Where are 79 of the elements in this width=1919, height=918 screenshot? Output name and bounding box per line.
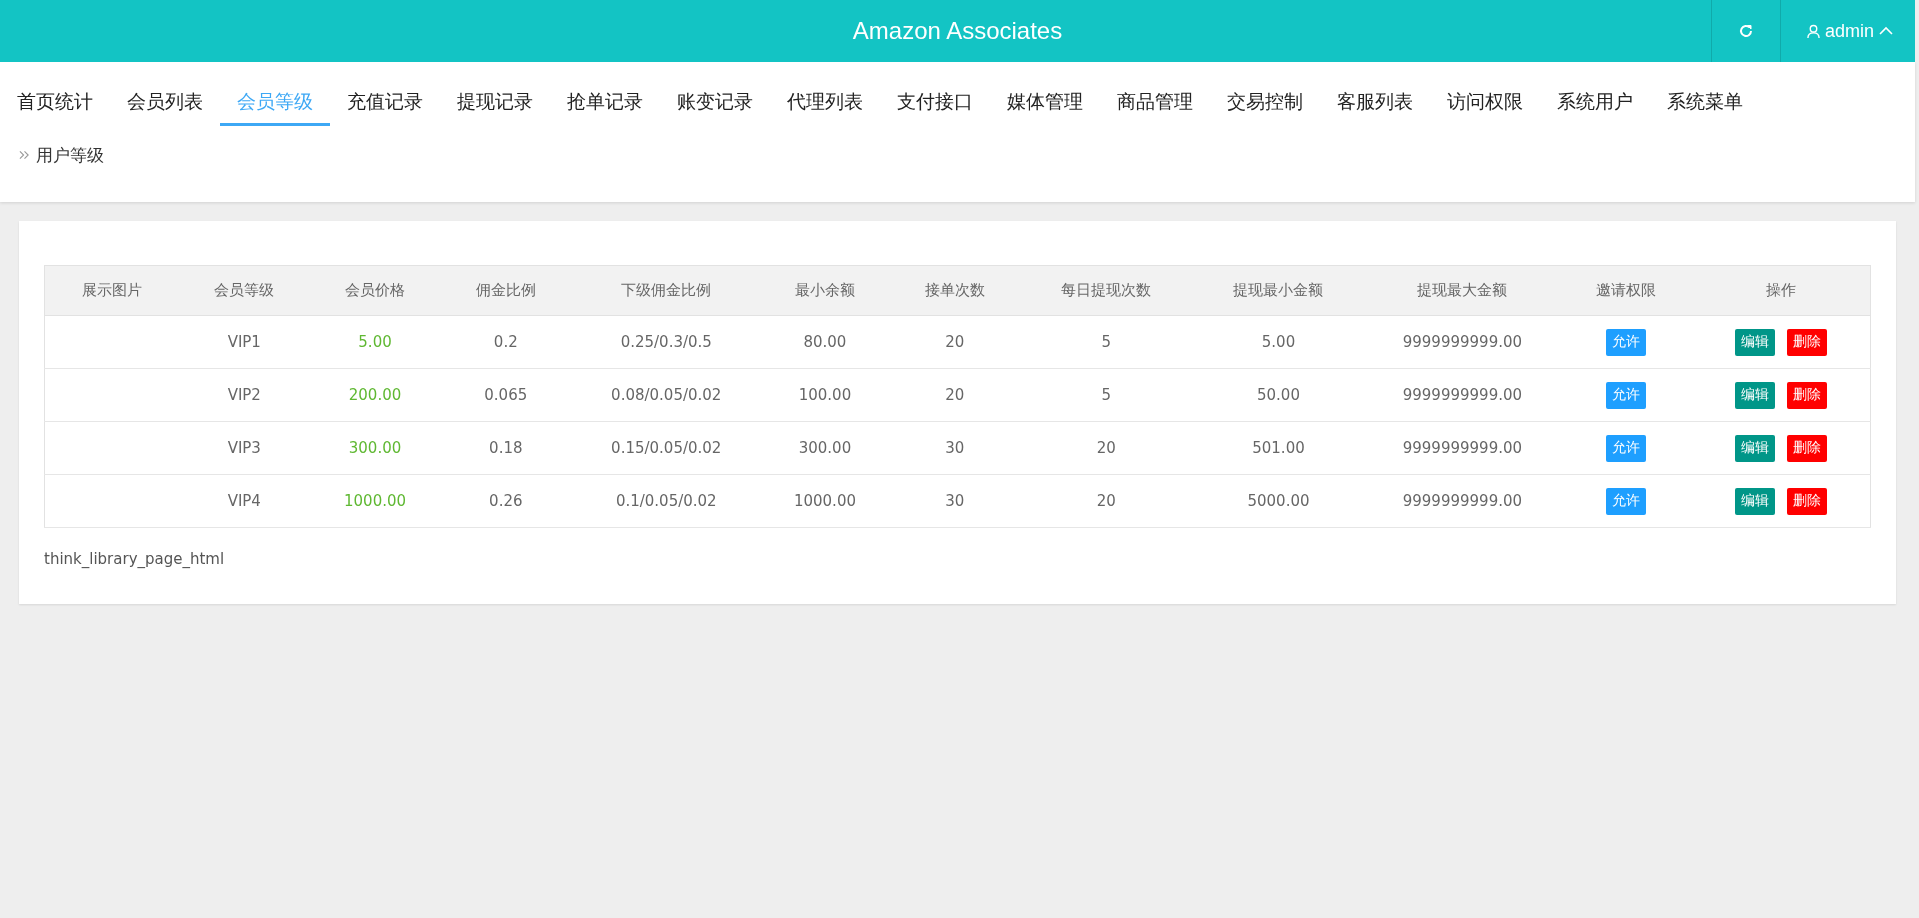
nav-tab[interactable]: 客服列表 <box>1320 79 1430 126</box>
refresh-icon <box>1737 23 1754 39</box>
edit-button[interactable]: 编辑 <box>1734 328 1775 356</box>
table-cell: 20 <box>889 315 1021 369</box>
table-cell: 5.00 <box>1191 315 1366 369</box>
delete-button[interactable]: 删除 <box>1786 487 1827 515</box>
table-cell: 0.2 <box>439 315 572 369</box>
column-header: 每日提现次数 <box>1020 265 1192 316</box>
column-header: 操作 <box>1691 265 1871 316</box>
table-cell: 0.26 <box>439 474 572 528</box>
nav-tab[interactable]: 系统用户 <box>1540 79 1650 126</box>
table-cell: 100.00 <box>760 368 889 422</box>
table-cell: 5000.00 <box>1191 474 1366 528</box>
table-cell: 0.15/0.05/0.02 <box>571 421 761 475</box>
table-cell: 30 <box>889 474 1021 528</box>
table-cell: 0.065 <box>439 368 572 422</box>
nav-tab[interactable]: 代理列表 <box>770 79 880 126</box>
table-cell: VIP3 <box>178 421 311 475</box>
column-header: 展示图片 <box>44 265 179 316</box>
user-icon <box>1806 23 1820 39</box>
delete-button[interactable]: 删除 <box>1786 328 1827 356</box>
chevron-up-icon <box>1879 26 1893 36</box>
table-cell: VIP2 <box>178 368 311 422</box>
nav-tab[interactable]: 支付接口 <box>880 79 990 126</box>
table-cell: 9999999999.00 <box>1365 368 1560 422</box>
nav-tab[interactable]: 充值记录 <box>330 79 440 126</box>
table-cell: 5 <box>1020 368 1192 422</box>
table-cell: 20 <box>1020 474 1192 528</box>
column-header: 下级佣金比例 <box>571 265 761 316</box>
table-cell: 80.00 <box>760 315 889 369</box>
table-cell: 300.00 <box>760 421 889 475</box>
nav-tab[interactable]: 会员列表 <box>110 79 220 126</box>
column-header: 邀请权限 <box>1559 265 1692 316</box>
table-cell: 0.08/0.05/0.02 <box>571 368 761 422</box>
nav-tab[interactable]: 系统菜单 <box>1650 79 1760 126</box>
column-header: 会员等级 <box>178 265 311 316</box>
table-cell: 0.25/0.3/0.5 <box>571 315 761 369</box>
price-cell: 5.00 <box>310 315 440 369</box>
table-cell: 1000.00 <box>760 474 889 528</box>
price-cell: 300.00 <box>310 421 440 475</box>
table-cell: 0.18 <box>439 421 572 475</box>
table-cell: 9999999999.00 <box>1365 474 1560 528</box>
pagination-text: think_library_page_html <box>44 550 226 568</box>
nav-tab[interactable]: 商品管理 <box>1100 79 1210 126</box>
username: admin <box>1824 20 1874 42</box>
table-cell: 9999999999.00 <box>1365 315 1560 369</box>
column-header: 提现最大金额 <box>1365 265 1560 316</box>
delete-button[interactable]: 删除 <box>1786 434 1827 462</box>
table-cell: VIP4 <box>178 474 311 528</box>
edit-button[interactable]: 编辑 <box>1734 487 1775 515</box>
nav-tab[interactable]: 抢单记录 <box>550 79 660 126</box>
nav-tab[interactable]: 提现记录 <box>440 79 550 126</box>
double-chevron-icon <box>19 150 30 160</box>
column-header: 佣金比例 <box>439 265 572 316</box>
column-header: 最小余额 <box>760 265 889 316</box>
nav-tab[interactable]: 访问权限 <box>1430 79 1540 126</box>
price-cell: 1000.00 <box>310 474 440 528</box>
table-cell: 20 <box>1020 421 1192 475</box>
column-header: 会员价格 <box>310 265 440 316</box>
column-header: 接单次数 <box>889 265 1021 316</box>
nav-tab[interactable]: 账变记录 <box>660 79 770 126</box>
delete-button[interactable]: 删除 <box>1786 381 1827 409</box>
table-cell: 5 <box>1020 315 1192 369</box>
table-cell: 9999999999.00 <box>1365 421 1560 475</box>
table-cell: 20 <box>889 368 1021 422</box>
table-cell: 501.00 <box>1191 421 1366 475</box>
table-cell: VIP1 <box>178 315 311 369</box>
table-cell: 0.1/0.05/0.02 <box>571 474 761 528</box>
app-title: Amazon Associates <box>852 17 1063 45</box>
edit-button[interactable]: 编辑 <box>1734 381 1775 409</box>
edit-button[interactable]: 编辑 <box>1734 434 1775 462</box>
nav-tab[interactable]: 交易控制 <box>1210 79 1320 126</box>
table-cell: 30 <box>889 421 1021 475</box>
nav-tab[interactable]: 首页统计 <box>0 79 110 126</box>
table-cell: 50.00 <box>1191 368 1366 422</box>
column-header: 提现最小金额 <box>1191 265 1366 316</box>
nav-tab[interactable]: 媒体管理 <box>990 79 1100 126</box>
price-cell: 200.00 <box>310 368 440 422</box>
breadcrumb-text: 用户等级 <box>36 143 104 167</box>
